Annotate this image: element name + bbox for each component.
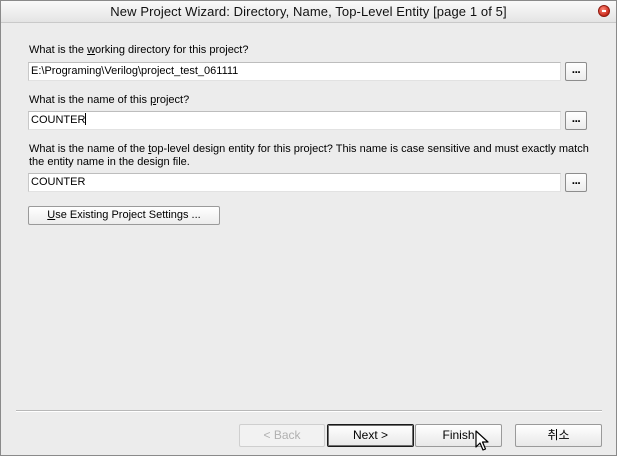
mouse-pointer-icon xyxy=(475,430,489,451)
next-button[interactable]: Next > xyxy=(327,424,414,447)
new-project-wizard-window: New Project Wizard: Directory, Name, Top… xyxy=(0,0,617,456)
footer-separator xyxy=(16,410,602,412)
use-existing-settings-button[interactable]: Use Existing Project Settings ... xyxy=(28,206,220,225)
top-entity-label: What is the name of the top-level design… xyxy=(29,143,589,168)
project-name-browse-button[interactable]: ... xyxy=(565,111,587,130)
directory-browse-button[interactable]: ... xyxy=(565,62,587,81)
title-bar[interactable]: New Project Wizard: Directory, Name, Top… xyxy=(1,1,616,23)
directory-input[interactable]: E:\Programing\Verilog\project_test_06111… xyxy=(28,62,561,81)
top-entity-browse-button[interactable]: ... xyxy=(565,173,587,192)
top-entity-input[interactable]: COUNTER xyxy=(28,173,561,192)
cancel-button[interactable]: 취소 xyxy=(515,424,602,447)
project-name-input[interactable]: COUNTER xyxy=(28,111,561,130)
project-name-label: What is the name of this project? xyxy=(29,94,190,106)
directory-label: What is the working directory for this p… xyxy=(29,44,249,56)
text-caret xyxy=(85,113,87,125)
close-icon[interactable] xyxy=(598,5,610,17)
back-button[interactable]: < Back xyxy=(239,424,325,447)
window-title: New Project Wizard: Directory, Name, Top… xyxy=(110,4,507,19)
